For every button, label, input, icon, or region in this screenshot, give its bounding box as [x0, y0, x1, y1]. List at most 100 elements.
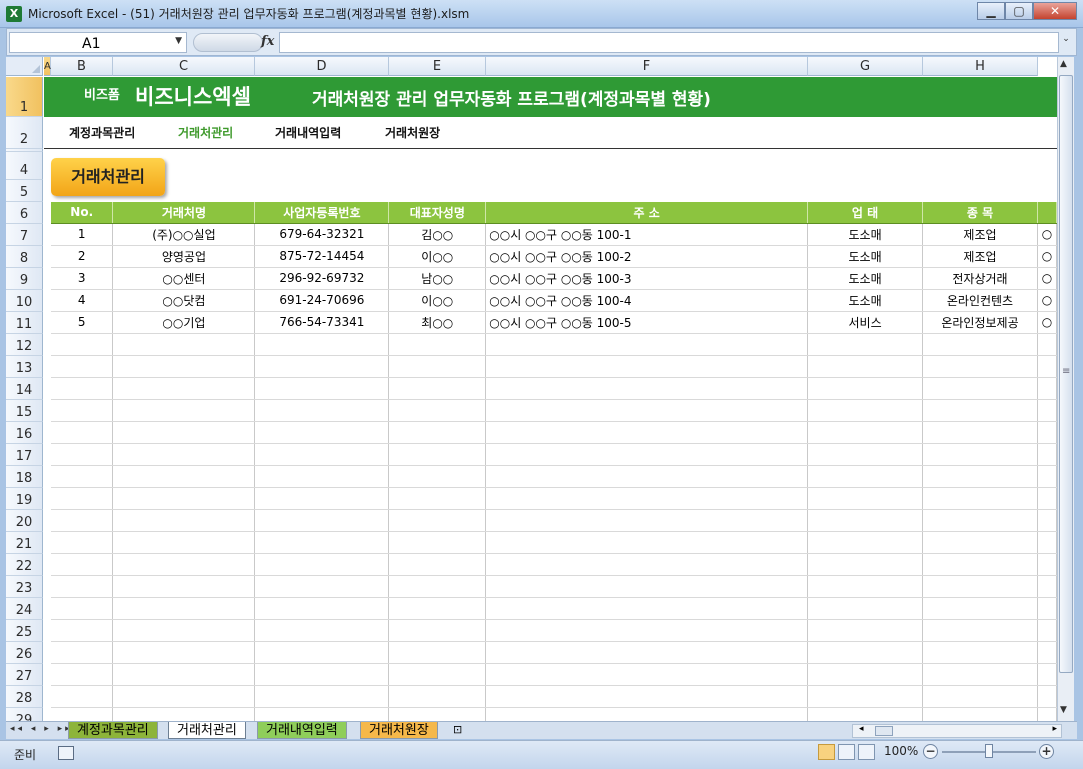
- empty-cell[interactable]: [922, 509, 1038, 532]
- row-header[interactable]: 27: [6, 664, 43, 686]
- empty-cell[interactable]: [1037, 377, 1057, 400]
- row-header[interactable]: 5: [6, 180, 43, 202]
- cell[interactable]: ○○시 ○○구 ○○동 100-3: [485, 267, 809, 290]
- empty-cell[interactable]: [1037, 663, 1057, 686]
- empty-cell[interactable]: [51, 421, 114, 444]
- empty-cell[interactable]: [112, 465, 256, 488]
- cell[interactable]: 온라인정보제공: [922, 311, 1038, 334]
- cell[interactable]: ○○닷컴: [112, 289, 256, 312]
- cell[interactable]: ○○시 ○○구 ○○동 100-2: [485, 245, 809, 268]
- column-header-h[interactable]: H: [923, 57, 1038, 76]
- cell[interactable]: ○○센터: [112, 267, 256, 290]
- empty-cell[interactable]: [922, 399, 1038, 422]
- column-header-a[interactable]: A: [44, 57, 51, 76]
- empty-cell[interactable]: [388, 487, 487, 510]
- empty-cell[interactable]: [51, 597, 114, 620]
- empty-cell[interactable]: [1037, 707, 1057, 721]
- row-header[interactable]: 26: [6, 642, 43, 664]
- empty-cell[interactable]: [254, 531, 390, 554]
- empty-cell[interactable]: [388, 641, 487, 664]
- vertical-scroll-thumb[interactable]: [1059, 75, 1073, 673]
- empty-cell[interactable]: [922, 487, 1038, 510]
- empty-cell[interactable]: [388, 509, 487, 532]
- vertical-scrollbar[interactable]: ▲ ▼: [1057, 57, 1074, 721]
- cell[interactable]: ○: [1037, 223, 1057, 246]
- empty-cell[interactable]: [922, 465, 1038, 488]
- empty-cell[interactable]: [51, 685, 114, 708]
- row-header[interactable]: 12: [6, 334, 43, 356]
- empty-cell[interactable]: [112, 619, 256, 642]
- row-header[interactable]: 17: [6, 444, 43, 466]
- formula-input[interactable]: [279, 32, 1059, 53]
- cell[interactable]: 최○○: [388, 311, 487, 334]
- cell[interactable]: 제조업: [922, 223, 1038, 246]
- empty-cell[interactable]: [388, 531, 487, 554]
- empty-cell[interactable]: [807, 685, 924, 708]
- empty-cell[interactable]: [485, 421, 809, 444]
- empty-cell[interactable]: [51, 377, 114, 400]
- name-box[interactable]: A1 ▼: [9, 32, 187, 53]
- empty-cell[interactable]: [922, 597, 1038, 620]
- cell[interactable]: 679-64-32321: [254, 223, 390, 246]
- empty-cell[interactable]: [112, 531, 256, 554]
- column-header-e[interactable]: E: [389, 57, 486, 76]
- empty-cell[interactable]: [254, 707, 390, 721]
- empty-cell[interactable]: [922, 553, 1038, 576]
- row-header[interactable]: 16: [6, 422, 43, 444]
- empty-cell[interactable]: [807, 421, 924, 444]
- sheet-tab-transaction-entry[interactable]: 거래내역입력: [257, 722, 347, 739]
- nav-item-account-management[interactable]: 계정과목관리: [69, 124, 135, 141]
- scroll-down-icon[interactable]: ▼: [1060, 705, 1067, 715]
- empty-cell[interactable]: [112, 487, 256, 510]
- cell[interactable]: 2: [51, 245, 114, 268]
- empty-cell[interactable]: [1037, 509, 1057, 532]
- empty-cell[interactable]: [922, 641, 1038, 664]
- empty-cell[interactable]: [254, 685, 390, 708]
- empty-cell[interactable]: [51, 399, 114, 422]
- empty-cell[interactable]: [485, 619, 809, 642]
- empty-cell[interactable]: [485, 575, 809, 598]
- column-header-c[interactable]: C: [113, 57, 255, 76]
- cell[interactable]: ○: [1037, 289, 1057, 312]
- empty-cell[interactable]: [388, 619, 487, 642]
- nav-item-transaction-entry[interactable]: 거래내역입력: [275, 124, 341, 141]
- row-header[interactable]: 13: [6, 356, 43, 378]
- empty-cell[interactable]: [807, 663, 924, 686]
- empty-cell[interactable]: [112, 509, 256, 532]
- select-all-corner[interactable]: [6, 57, 43, 76]
- empty-cell[interactable]: [254, 421, 390, 444]
- empty-cell[interactable]: [807, 619, 924, 642]
- scroll-left-icon[interactable]: ◂: [859, 724, 864, 734]
- empty-cell[interactable]: [807, 553, 924, 576]
- cell[interactable]: 4: [51, 289, 114, 312]
- empty-cell[interactable]: [1037, 597, 1057, 620]
- empty-cell[interactable]: [388, 377, 487, 400]
- section-title-button[interactable]: 거래처관리: [51, 158, 165, 196]
- empty-cell[interactable]: [485, 355, 809, 378]
- empty-cell[interactable]: [922, 685, 1038, 708]
- zoom-slider-knob[interactable]: [985, 744, 993, 758]
- empty-cell[interactable]: [254, 619, 390, 642]
- horizontal-scroll-thumb[interactable]: [875, 726, 893, 736]
- empty-cell[interactable]: [1037, 553, 1057, 576]
- empty-cell[interactable]: [388, 685, 487, 708]
- cell[interactable]: ○○기업: [112, 311, 256, 334]
- column-header-b[interactable]: B: [51, 57, 113, 76]
- empty-cell[interactable]: [388, 663, 487, 686]
- empty-cell[interactable]: [254, 575, 390, 598]
- row-header[interactable]: 9: [6, 268, 43, 290]
- column-header-g[interactable]: G: [808, 57, 923, 76]
- empty-cell[interactable]: [112, 641, 256, 664]
- sheet-tab-client-ledger[interactable]: 거래처원장: [360, 722, 438, 739]
- empty-cell[interactable]: [254, 487, 390, 510]
- row-header[interactable]: 15: [6, 400, 43, 422]
- row-header[interactable]: 8: [6, 246, 43, 268]
- empty-cell[interactable]: [51, 707, 114, 721]
- cell[interactable]: 제조업: [922, 245, 1038, 268]
- empty-cell[interactable]: [112, 421, 256, 444]
- empty-cell[interactable]: [485, 597, 809, 620]
- empty-cell[interactable]: [922, 619, 1038, 642]
- empty-cell[interactable]: [51, 619, 114, 642]
- empty-cell[interactable]: [112, 707, 256, 721]
- row-header[interactable]: 1: [6, 77, 43, 117]
